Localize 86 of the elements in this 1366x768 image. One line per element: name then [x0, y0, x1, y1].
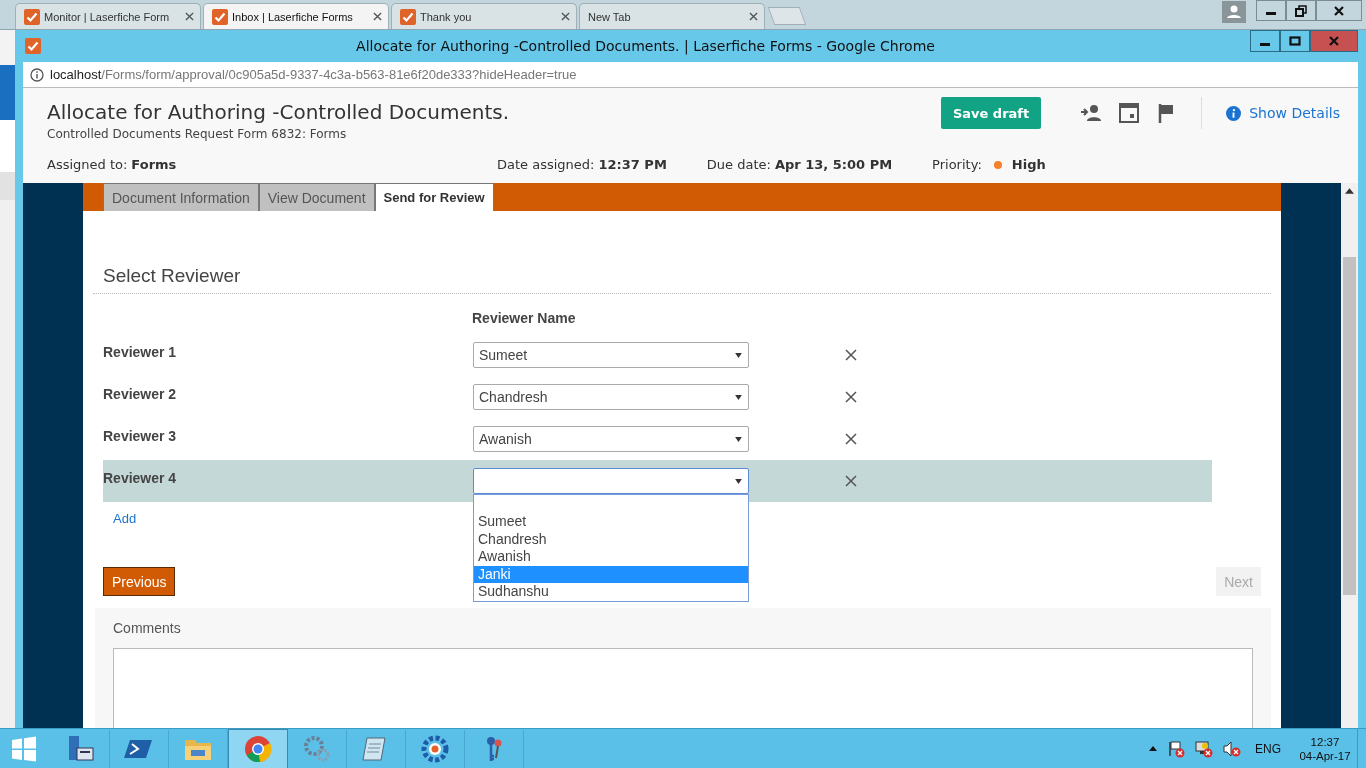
reviewer-label: Reviewer 3 [103, 428, 178, 444]
column-header: Reviewer Name [472, 310, 576, 326]
user-icon[interactable] [1222, 0, 1246, 23]
meta-value: 12:37 PM [598, 157, 667, 172]
show-details-link[interactable]: Show Details [1226, 105, 1340, 121]
dropdown-option[interactable]: Sudhanshu [474, 583, 748, 601]
caret-icon [735, 478, 742, 484]
remove-icon[interactable] [845, 349, 857, 361]
dropdown-option[interactable]: Sumeet [474, 513, 748, 531]
tab-title: Inbox | Laserfiche Forms [232, 10, 354, 23]
tab-title: New Tab [588, 10, 632, 23]
form-tab[interactable]: Document Information [103, 183, 259, 211]
meta-label: Assigned to: [47, 157, 128, 172]
minimize-button[interactable] [1250, 30, 1280, 52]
reviewer-select-field[interactable]: Chandresh [473, 384, 749, 410]
browser-tab[interactable]: Inbox | Laserfiche Forms [203, 3, 389, 29]
form-subtitle: Controlled Documents Request Form 6832: Forms [47, 127, 348, 141]
browser-tab[interactable]: New Tab [579, 3, 765, 29]
previous-button[interactable]: Previous [103, 567, 176, 596]
speaker-icon[interactable] [1223, 739, 1241, 758]
show-hidden-icons-icon[interactable] [1149, 746, 1157, 751]
add-link[interactable]: Add [113, 511, 137, 526]
flag-icon[interactable] [1167, 739, 1185, 758]
section-title: Select Reviewer [103, 265, 241, 286]
checkmark-icon [212, 8, 228, 25]
remove-icon[interactable] [845, 475, 857, 487]
close-icon [1333, 4, 1345, 17]
url-host: localhost [50, 67, 102, 82]
close-button[interactable] [1316, 0, 1362, 21]
close-icon [1328, 35, 1340, 47]
meta-label: Priority: [932, 157, 982, 172]
close-icon[interactable] [561, 12, 570, 21]
url-path: /Forms/form/approval/0c905a5d-9337-4c3a-b563-81e6f20de333?hideHeader=true [101, 67, 577, 82]
scrollbar[interactable] [1341, 183, 1358, 728]
reviewer-label: Reviewer 4 [103, 470, 178, 486]
close-icon[interactable] [749, 12, 758, 21]
meta-label: Date assigned: [497, 157, 595, 172]
window-title: Allocate for Authoring -Controlled Documents. | Laserfiche Forms - Google Chrome [355, 38, 936, 54]
remove-icon[interactable] [845, 433, 857, 445]
dropdown-option[interactable]: Chandresh [474, 530, 748, 548]
caret-icon [735, 436, 742, 442]
info-icon [1226, 105, 1242, 121]
caret-icon [735, 394, 742, 400]
restore-button[interactable] [1286, 0, 1316, 21]
meta-value: High [1011, 157, 1046, 172]
dropdown-option[interactable]: Awanish [474, 548, 748, 566]
chrome-icon[interactable] [228, 728, 288, 768]
close-icon[interactable] [185, 12, 194, 21]
browser-tab[interactable]: Thank you [391, 3, 577, 29]
form-title: Allocate for Authoring -Controlled Documents. [47, 100, 510, 124]
close-icon[interactable] [373, 12, 382, 21]
network-icon[interactable] [1195, 739, 1213, 758]
checkmark-icon [400, 8, 416, 25]
form-tab[interactable]: View Document [258, 183, 375, 211]
meta-value: Forms [131, 157, 177, 172]
reviewer-select-field[interactable]: Sumeet [473, 342, 749, 368]
meta-value: Apr 13, 5:00 PM [774, 157, 893, 172]
address-bar[interactable]: localhost/Forms/form/approval/0c905a5d-9337-4c3a-b563-81e6f20de333?hideHeader=true [23, 62, 1358, 88]
calendar-icon[interactable] [1117, 101, 1142, 125]
remove-icon[interactable] [845, 391, 857, 403]
language-indicator[interactable]: ENG [1255, 741, 1281, 756]
checkmark-icon [25, 38, 41, 54]
checkmark-icon [24, 8, 40, 25]
meta-label: Due date: [706, 157, 771, 172]
windows-start-icon[interactable] [11, 735, 37, 762]
scroll-up-icon[interactable] [1345, 188, 1354, 194]
minimize-icon [1260, 42, 1270, 46]
browser-tab[interactable]: Monitor | Laserfiche Form [15, 3, 201, 29]
restore-icon [1295, 4, 1307, 17]
tab-title: Thank you [420, 10, 473, 23]
reviewer-label: Reviewer 2 [103, 386, 178, 402]
reviewer-label: Reviewer 1 [103, 344, 178, 360]
comments-field[interactable] [113, 648, 1253, 728]
clock-time[interactable]: 12:37 [1310, 735, 1340, 748]
form-tab[interactable]: Send for Review [374, 183, 494, 211]
minimize-button[interactable] [1256, 0, 1286, 21]
maximize-button[interactable] [1280, 30, 1310, 52]
clock-date[interactable]: 04-Apr-17 [1299, 749, 1351, 762]
reviewer-select-field[interactable] [473, 468, 749, 494]
maximize-icon [1289, 35, 1301, 47]
caret-icon [735, 352, 742, 358]
info-icon[interactable] [30, 67, 44, 82]
reviewer-select-field[interactable]: Awanish [473, 426, 749, 452]
comments-label: Comments [113, 620, 182, 636]
minimize-icon [1266, 12, 1276, 15]
tab-title: Monitor | Laserfiche Form [44, 10, 171, 23]
